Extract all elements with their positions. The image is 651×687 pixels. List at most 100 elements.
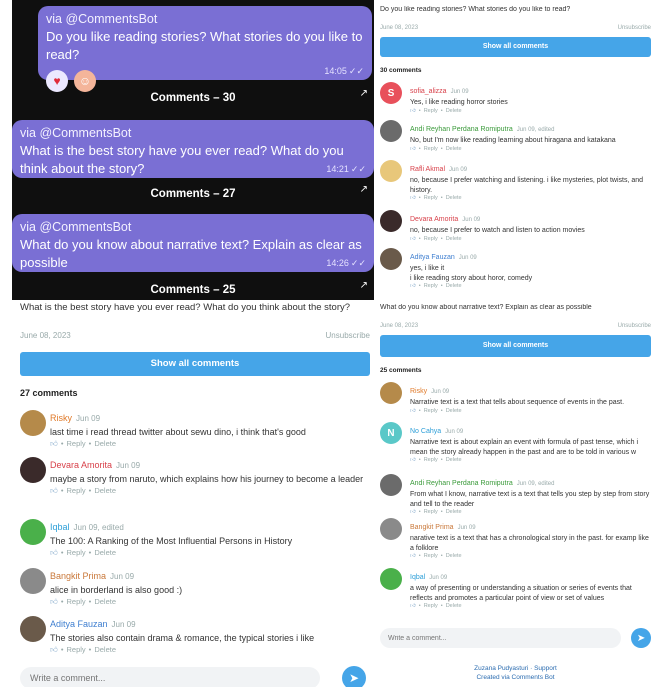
delete-link[interactable]: Delete <box>446 509 462 515</box>
via-bot-label[interactable]: via @CommentsBot <box>20 126 366 140</box>
delete-link[interactable]: Delete <box>446 283 462 289</box>
avatar[interactable]: S <box>380 82 402 104</box>
delete-link[interactable]: Delete <box>94 597 116 606</box>
via-bot-label[interactable]: via @CommentsBot <box>20 220 366 234</box>
reply-link[interactable]: Reply <box>424 108 438 114</box>
avatar[interactable] <box>380 248 402 270</box>
avatar[interactable] <box>20 568 46 594</box>
delete-link[interactable]: Delete <box>94 439 116 448</box>
reply-link[interactable]: Reply <box>66 439 85 448</box>
send-button[interactable]: ➤ <box>342 666 366 687</box>
avatar[interactable] <box>20 410 46 436</box>
like-icon[interactable]: 👍︎ <box>50 645 58 654</box>
avatar[interactable] <box>380 518 402 540</box>
comment-author[interactable]: Devara Amorita <box>410 216 458 223</box>
face-icon[interactable]: ☺ <box>74 70 96 92</box>
comment-author[interactable]: Andi Reyhan Perdana Romiputra <box>410 126 513 133</box>
avatar[interactable] <box>20 457 46 483</box>
reply-link[interactable]: Reply <box>424 553 438 559</box>
avatar[interactable] <box>380 382 402 404</box>
comment-author[interactable]: Aditya Fauzan <box>50 619 108 629</box>
delete-link[interactable]: Delete <box>446 553 462 559</box>
message-bubble[interactable]: via @CommentsBot What is the best story … <box>12 120 374 178</box>
comment-author[interactable]: Risky <box>410 388 427 395</box>
comment-author[interactable]: Bangkit Prima <box>410 524 454 531</box>
comment-author[interactable]: Rafli Akmal <box>410 166 445 173</box>
avatar[interactable] <box>20 519 46 545</box>
reply-link[interactable]: Reply <box>424 195 438 201</box>
like-icon[interactable]: 👍︎ <box>410 283 416 289</box>
delete-link[interactable]: Delete <box>94 645 116 654</box>
delete-link[interactable]: Delete <box>446 408 462 414</box>
reply-link[interactable]: Reply <box>424 283 438 289</box>
comment-input[interactable] <box>380 628 622 648</box>
comment-author[interactable]: sofia_alizza <box>410 88 447 95</box>
like-icon[interactable]: 👍︎ <box>410 603 416 609</box>
reply-link[interactable]: Reply <box>424 603 438 609</box>
delete-link[interactable]: Delete <box>446 146 462 152</box>
via-bot-label[interactable]: via @CommentsBot <box>46 12 364 26</box>
delete-link[interactable]: Delete <box>446 236 462 242</box>
like-icon[interactable]: 👍︎ <box>410 146 416 152</box>
unsubscribe-link[interactable]: Unsubscribe <box>618 25 651 31</box>
delete-link[interactable]: Delete <box>446 457 462 463</box>
delete-link[interactable]: Delete <box>446 195 462 201</box>
comment-author[interactable]: Andi Reyhan Perdana Romiputra <box>410 480 513 487</box>
unsubscribe-link[interactable]: Unsubscribe <box>618 323 651 329</box>
send-button[interactable]: ➤ <box>631 628 651 648</box>
comment-author[interactable]: Aditya Fauzan <box>410 254 455 261</box>
message-bubble[interactable]: via @CommentsBot What do you know about … <box>12 214 374 272</box>
like-icon[interactable]: 👍︎ <box>50 439 58 448</box>
like-icon[interactable]: 👍︎ <box>410 553 416 559</box>
comment-author[interactable]: Devara Amorita <box>50 460 112 470</box>
comment-author[interactable]: Iqbal <box>410 574 425 581</box>
footer-created-link[interactable]: Created via Comments Bot <box>380 673 651 682</box>
like-icon[interactable]: 👍︎ <box>50 597 58 606</box>
reply-link[interactable]: Reply <box>424 146 438 152</box>
comment-author[interactable]: Bangkit Prima <box>50 571 106 581</box>
like-icon[interactable]: 👍︎ <box>410 408 416 414</box>
open-arrow-icon[interactable]: ↗ <box>360 280 368 291</box>
like-icon[interactable]: 👍︎ <box>410 195 416 201</box>
show-all-comments-button[interactable]: Show all comments <box>380 335 651 357</box>
open-arrow-icon[interactable]: ↗ <box>360 88 368 99</box>
like-icon[interactable]: 👍︎ <box>410 236 416 242</box>
comments-count-link[interactable]: Comments – 30 <box>12 92 374 104</box>
avatar[interactable] <box>380 568 402 590</box>
unsubscribe-link[interactable]: Unsubscribe <box>326 331 370 340</box>
show-all-comments-button[interactable]: Show all comments <box>380 37 651 57</box>
comments-count-link[interactable]: Comments – 27 <box>12 188 374 200</box>
delete-link[interactable]: Delete <box>94 548 116 557</box>
like-icon[interactable]: 👍︎ <box>410 457 416 463</box>
avatar[interactable] <box>20 616 46 642</box>
open-arrow-icon[interactable]: ↗ <box>360 184 368 195</box>
reply-link[interactable]: Reply <box>66 645 85 654</box>
reply-link[interactable]: Reply <box>424 236 438 242</box>
comments-count-link[interactable]: Comments – 25 <box>12 284 374 296</box>
message-bubble[interactable]: via @CommentsBot Do you like reading sto… <box>38 6 372 92</box>
reply-link[interactable]: Reply <box>424 457 438 463</box>
delete-link[interactable]: Delete <box>94 486 116 495</box>
reply-link[interactable]: Reply <box>66 486 85 495</box>
reply-link[interactable]: Reply <box>66 548 85 557</box>
show-all-comments-button[interactable]: Show all comments <box>20 352 370 376</box>
delete-link[interactable]: Delete <box>446 108 462 114</box>
avatar[interactable] <box>380 210 402 232</box>
like-icon[interactable]: 👍︎ <box>410 108 416 114</box>
delete-link[interactable]: Delete <box>446 603 462 609</box>
avatar[interactable]: N <box>380 422 402 444</box>
footer-support-link[interactable]: Zuzana Pudyasturi · Support <box>380 664 651 673</box>
reply-link[interactable]: Reply <box>424 408 438 414</box>
heart-icon[interactable]: ♥ <box>46 70 68 92</box>
avatar[interactable] <box>380 474 402 496</box>
avatar[interactable] <box>380 120 402 142</box>
like-icon[interactable]: 👍︎ <box>50 548 58 557</box>
comment-author[interactable]: No Cahya <box>410 428 441 435</box>
reply-link[interactable]: Reply <box>424 509 438 515</box>
avatar[interactable] <box>380 160 402 182</box>
like-icon[interactable]: 👍︎ <box>50 486 58 495</box>
comment-author[interactable]: Iqbal <box>50 522 70 532</box>
comment-input[interactable] <box>20 667 320 687</box>
comment-author[interactable]: Risky <box>50 413 72 423</box>
reply-link[interactable]: Reply <box>66 597 85 606</box>
